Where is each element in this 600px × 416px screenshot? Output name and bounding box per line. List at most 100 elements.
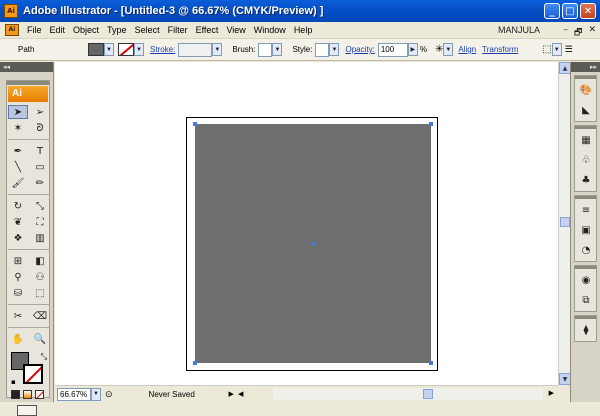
menu-help[interactable]: Help	[290, 25, 317, 35]
scroll-left-arrow[interactable]: ◀	[238, 390, 243, 398]
status-menu-arrow[interactable]: ▶	[229, 390, 234, 398]
swap-fill-stroke-icon[interactable]: ⤡	[41, 352, 47, 362]
free-transform-tool[interactable]: ⛶	[30, 215, 50, 229]
recolor-icon[interactable]: ✳	[435, 44, 443, 55]
vertical-scrollbar[interactable]: ▲ ▼	[558, 62, 571, 385]
hand-tool[interactable]: ✋	[8, 332, 28, 346]
zoom-level-field[interactable]: 66.67%	[57, 387, 91, 401]
selection-tool[interactable]: ➤	[8, 105, 28, 119]
menu-effect[interactable]: Effect	[192, 25, 223, 35]
canvas-area[interactable]	[55, 62, 558, 385]
slice-tool[interactable]: ✂	[8, 309, 28, 323]
layers-icon[interactable]: ⧫	[575, 321, 597, 339]
close-button[interactable]: ✕	[580, 3, 596, 19]
stroke-box[interactable]	[23, 364, 43, 384]
panel-group-grip[interactable]	[575, 126, 596, 129]
symbols-icon[interactable]: ♧	[575, 151, 597, 169]
zoom-tool[interactable]: 🔍	[30, 332, 50, 346]
panel-group-grip[interactable]	[575, 76, 596, 79]
anchor-point-bottom-right[interactable]	[429, 361, 433, 365]
eraser-tool[interactable]: ⌫	[30, 309, 50, 323]
transparency-icon[interactable]: ▣	[575, 221, 597, 239]
opacity-link[interactable]: Opacity:	[345, 45, 374, 54]
zoom-dropdown[interactable]: ▼	[91, 387, 101, 401]
horizontal-scroll-thumb[interactable]	[423, 389, 433, 399]
default-fill-stroke-icon[interactable]: ▪	[11, 378, 16, 386]
style-dropdown[interactable]: ▼	[329, 43, 340, 56]
fill-swatch[interactable]	[88, 43, 104, 56]
gradient-tool[interactable]: ◧	[30, 254, 50, 268]
rectangle-tool[interactable]: ▭	[30, 160, 50, 174]
swatches-icon[interactable]: ▦	[575, 131, 597, 149]
opacity-field[interactable]: 100	[377, 42, 408, 57]
panel-menu-icon[interactable]: ☰	[565, 44, 573, 55]
app-icon[interactable]: Ai	[4, 4, 18, 18]
isolate-dropdown[interactable]: ▼	[551, 43, 562, 56]
anchor-point-top-left[interactable]	[193, 122, 197, 126]
live-paint-bucket-tool[interactable]: ⛁	[8, 286, 28, 300]
direct-selection-tool[interactable]: ➢	[30, 105, 50, 119]
panel-group-grip[interactable]	[575, 196, 596, 199]
brush-swatch[interactable]	[258, 42, 273, 57]
anchor-point-bottom-left[interactable]	[193, 361, 197, 365]
isolate-icon[interactable]: ⬚	[542, 44, 551, 55]
stroke-weight-field[interactable]	[178, 42, 213, 57]
style-swatch[interactable]	[315, 42, 330, 57]
menu-object[interactable]: Object	[69, 25, 103, 35]
mesh-tool[interactable]: ⊞	[8, 254, 28, 268]
appearance-icon[interactable]: ◔	[575, 241, 597, 259]
brush-dropdown[interactable]: ▼	[272, 43, 283, 56]
column-graph-tool[interactable]: ▥	[30, 231, 50, 245]
warp-tool[interactable]: ❦	[8, 215, 28, 229]
rotate-tool[interactable]: ↻	[8, 199, 28, 213]
pathfinder-icon[interactable]: ⧉	[575, 291, 597, 309]
clubs-icon[interactable]: ♣	[575, 171, 597, 189]
menu-select[interactable]: Select	[131, 25, 164, 35]
eyedropper-tool[interactable]: ⚲	[8, 270, 28, 284]
color-mode-icon[interactable]	[11, 390, 20, 399]
symbol-sprayer-tool[interactable]: ❖	[8, 231, 28, 245]
menu-edit[interactable]: Edit	[46, 25, 70, 35]
paintbrush-tool[interactable]: 🖌	[8, 176, 28, 190]
gradient-mode-icon[interactable]	[23, 390, 32, 399]
live-paint-selection-tool[interactable]: ⬚	[30, 286, 50, 300]
fill-dropdown-arrow[interactable]: ▼	[104, 43, 114, 56]
transform-link[interactable]: Transform	[482, 45, 518, 54]
maximize-button[interactable]: □	[562, 3, 578, 19]
version-cue-icon[interactable]: ⊙	[105, 389, 113, 400]
minimize-button[interactable]: _	[544, 3, 560, 19]
menu-file[interactable]: File	[23, 25, 46, 35]
opacity-dropdown[interactable]: ▶	[407, 43, 418, 56]
horizontal-scrollbar[interactable]	[273, 388, 543, 400]
magic-wand-tool[interactable]: ✶	[8, 121, 28, 135]
vertical-scroll-thumb[interactable]	[560, 217, 570, 227]
pen-tool[interactable]: ✒	[8, 144, 28, 158]
menu-window[interactable]: Window	[250, 25, 290, 35]
scale-tool[interactable]: ⤡	[30, 199, 50, 213]
scroll-right-arrow[interactable]: ▶	[549, 389, 554, 397]
document-icon[interactable]: Ai	[5, 24, 19, 36]
gradient-icon[interactable]: ◣	[575, 101, 597, 119]
line-segment-tool[interactable]: ╲	[8, 160, 28, 174]
anchor-point-top-right[interactable]	[429, 122, 433, 126]
menu-view[interactable]: View	[222, 25, 249, 35]
stroke-link[interactable]: Stroke:	[150, 45, 175, 54]
lasso-tool[interactable]: ᘐ	[30, 121, 50, 135]
graphic-styles-icon[interactable]: ◉	[575, 271, 597, 289]
menu-filter[interactable]: Filter	[164, 25, 192, 35]
expand-right-dock-button[interactable]: ▸▸	[571, 62, 600, 72]
brushes-icon[interactable]: 🎨	[575, 81, 597, 99]
screen-mode-button[interactable]	[17, 405, 37, 416]
blend-tool[interactable]: ⚇	[30, 270, 50, 284]
recolor-dropdown[interactable]: ▼	[443, 43, 454, 56]
pencil-tool[interactable]: ✏	[30, 176, 50, 190]
type-tool[interactable]: T	[30, 144, 50, 158]
stroke-swatch[interactable]	[118, 43, 134, 56]
align-link[interactable]: Align	[458, 45, 476, 54]
stroke-dropdown-arrow[interactable]: ▼	[134, 43, 144, 56]
collapse-left-dock-button[interactable]: ◂◂	[0, 62, 53, 72]
menu-type[interactable]: Type	[103, 25, 131, 35]
stroke-weight-dropdown[interactable]: ▼	[212, 43, 223, 56]
tools-panel-grip[interactable]	[7, 81, 49, 85]
panel-group-grip[interactable]	[575, 266, 596, 269]
